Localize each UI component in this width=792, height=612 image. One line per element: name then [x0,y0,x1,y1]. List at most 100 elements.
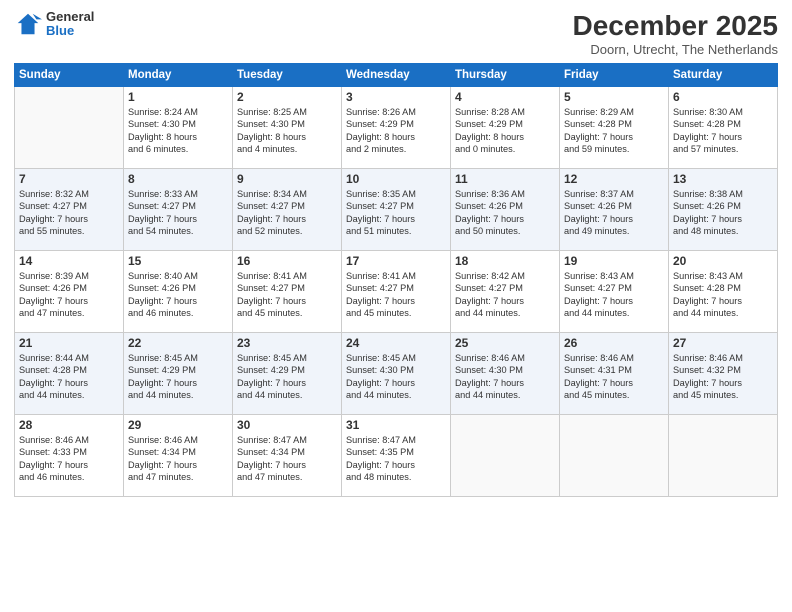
cell-info: Sunrise: 8:40 AMSunset: 4:26 PMDaylight:… [128,270,228,320]
day-number: 19 [564,254,664,268]
day-number: 23 [237,336,337,350]
logo-text: General Blue [46,10,94,39]
calendar-week-row: 14Sunrise: 8:39 AMSunset: 4:26 PMDayligh… [15,251,778,333]
calendar-container: General Blue December 2025 Doorn, Utrech… [0,0,792,612]
cell-info: Sunrise: 8:46 AMSunset: 4:32 PMDaylight:… [673,352,773,402]
cell-info: Sunrise: 8:24 AMSunset: 4:30 PMDaylight:… [128,106,228,156]
header-row: Sunday Monday Tuesday Wednesday Thursday… [15,64,778,87]
header-sunday: Sunday [15,64,124,87]
day-number: 16 [237,254,337,268]
calendar-week-row: 28 Sunrise: 8:46 AMSunset: 4:33 PMDayligh… [15,415,778,497]
day-number: 7 [19,172,119,186]
day-number: 10 [346,172,446,186]
cell-info: Sunrise: 8:45 AMSunset: 4:30 PMDaylight:… [346,352,446,402]
header-friday: Friday [560,64,669,87]
logo: General Blue [14,10,94,39]
logo-blue-text: Blue [46,24,94,38]
table-row: 14Sunrise: 8:39 AMSunset: 4:26 PMDayligh… [15,251,124,333]
cell-info: Sunrise: 8:46 AMSunset: 4:30 PMDaylight:… [455,352,555,402]
location-text: Doorn, Utrecht, The Netherlands [573,42,778,57]
header-monday: Monday [124,64,233,87]
cell-info: Sunrise: 8:43 AMSunset: 4:27 PMDaylight:… [564,270,664,320]
cell-info: Sunrise: 8:37 AMSunset: 4:26 PMDaylight:… [564,188,664,238]
table-row: 16 Sunrise: 8:41 AMSunset: 4:27 PMDayligh… [233,251,342,333]
logo-icon [14,10,42,38]
table-row: 26Sunrise: 8:46 AMSunset: 4:31 PMDayligh… [560,333,669,415]
cell-info: Sunrise: 8:41 AMSunset: 4:27 PMDaylight:… [237,270,337,320]
table-row: 2Sunrise: 8:25 AMSunset: 4:30 PMDaylight… [233,87,342,169]
table-row: 30 Sunrise: 8:47 AMSunset: 4:34 PMDayligh… [233,415,342,497]
day-number: 30 [237,418,337,432]
day-number: 3 [346,90,446,104]
day-number: 15 [128,254,228,268]
cell-info: Sunrise: 8:46 AMSunset: 4:33 PMDaylight:… [19,434,119,484]
day-number: 5 [564,90,664,104]
table-row: 6Sunrise: 8:30 AMSunset: 4:28 PMDaylight… [669,87,778,169]
calendar-header: Sunday Monday Tuesday Wednesday Thursday… [15,64,778,87]
header-tuesday: Tuesday [233,64,342,87]
cell-info: Sunrise: 8:38 AMSunset: 4:26 PMDaylight:… [673,188,773,238]
cell-info: Sunrise: 8:47 AMSunset: 4:34 PMDaylight:… [237,434,337,484]
table-row: 13Sunrise: 8:38 AMSunset: 4:26 PMDayligh… [669,169,778,251]
day-number: 4 [455,90,555,104]
table-row: 3 Sunrise: 8:26 AMSunset: 4:29 PMDaylight… [342,87,451,169]
cell-info: Sunrise: 8:36 AMSunset: 4:26 PMDaylight:… [455,188,555,238]
table-row: 22Sunrise: 8:45 AMSunset: 4:29 PMDayligh… [124,333,233,415]
day-number: 22 [128,336,228,350]
day-number: 21 [19,336,119,350]
cell-info: Sunrise: 8:30 AMSunset: 4:28 PMDaylight:… [673,106,773,156]
table-row: 5 Sunrise: 8:29 AMSunset: 4:28 PMDaylight… [560,87,669,169]
table-row [15,87,124,169]
table-row: 20Sunrise: 8:43 AMSunset: 4:28 PMDayligh… [669,251,778,333]
day-number: 28 [19,418,119,432]
day-number: 31 [346,418,446,432]
day-number: 12 [564,172,664,186]
cell-info: Sunrise: 8:32 AMSunset: 4:27 PMDaylight:… [19,188,119,238]
cell-info: Sunrise: 8:39 AMSunset: 4:26 PMDaylight:… [19,270,119,320]
day-number: 17 [346,254,446,268]
table-row [560,415,669,497]
table-row: 7 Sunrise: 8:32 AMSunset: 4:27 PMDaylight… [15,169,124,251]
header-wednesday: Wednesday [342,64,451,87]
table-row: 9Sunrise: 8:34 AMSunset: 4:27 PMDaylight… [233,169,342,251]
calendar-body: 1 Sunrise: 8:24 AMSunset: 4:30 PMDaylight… [15,87,778,497]
table-row: 23Sunrise: 8:45 AMSunset: 4:29 PMDayligh… [233,333,342,415]
table-row: 12 Sunrise: 8:37 AMSunset: 4:26 PMDayligh… [560,169,669,251]
cell-info: Sunrise: 8:46 AMSunset: 4:31 PMDaylight:… [564,352,664,402]
calendar-week-row: 7 Sunrise: 8:32 AMSunset: 4:27 PMDaylight… [15,169,778,251]
day-number: 11 [455,172,555,186]
table-row: 29Sunrise: 8:46 AMSunset: 4:34 PMDayligh… [124,415,233,497]
table-row: 28 Sunrise: 8:46 AMSunset: 4:33 PMDayligh… [15,415,124,497]
logo-general-text: General [46,10,94,24]
title-block: December 2025 Doorn, Utrecht, The Nether… [573,10,778,57]
table-row: 24 Sunrise: 8:45 AMSunset: 4:30 PMDayligh… [342,333,451,415]
table-row: 10 Sunrise: 8:35 AMSunset: 4:27 PMDayligh… [342,169,451,251]
table-row: 19 Sunrise: 8:43 AMSunset: 4:27 PMDayligh… [560,251,669,333]
table-row [451,415,560,497]
day-number: 29 [128,418,228,432]
table-row: 18 Sunrise: 8:42 AMSunset: 4:27 PMDayligh… [451,251,560,333]
cell-info: Sunrise: 8:29 AMSunset: 4:28 PMDaylight:… [564,106,664,156]
month-title: December 2025 [573,10,778,42]
header: General Blue December 2025 Doorn, Utrech… [14,10,778,57]
calendar-week-row: 21Sunrise: 8:44 AMSunset: 4:28 PMDayligh… [15,333,778,415]
cell-info: Sunrise: 8:26 AMSunset: 4:29 PMDaylight:… [346,106,446,156]
day-number: 1 [128,90,228,104]
cell-info: Sunrise: 8:43 AMSunset: 4:28 PMDaylight:… [673,270,773,320]
cell-info: Sunrise: 8:42 AMSunset: 4:27 PMDaylight:… [455,270,555,320]
header-saturday: Saturday [669,64,778,87]
table-row: 1 Sunrise: 8:24 AMSunset: 4:30 PMDaylight… [124,87,233,169]
table-row: 21Sunrise: 8:44 AMSunset: 4:28 PMDayligh… [15,333,124,415]
table-row: 17 Sunrise: 8:41 AMSunset: 4:27 PMDayligh… [342,251,451,333]
day-number: 24 [346,336,446,350]
table-row: 15 Sunrise: 8:40 AMSunset: 4:26 PMDayligh… [124,251,233,333]
table-row: 4Sunrise: 8:28 AMSunset: 4:29 PMDaylight… [451,87,560,169]
calendar-table: Sunday Monday Tuesday Wednesday Thursday… [14,63,778,497]
table-row: 27Sunrise: 8:46 AMSunset: 4:32 PMDayligh… [669,333,778,415]
day-number: 18 [455,254,555,268]
cell-info: Sunrise: 8:41 AMSunset: 4:27 PMDaylight:… [346,270,446,320]
table-row: 25Sunrise: 8:46 AMSunset: 4:30 PMDayligh… [451,333,560,415]
calendar-week-row: 1 Sunrise: 8:24 AMSunset: 4:30 PMDaylight… [15,87,778,169]
table-row: 11 Sunrise: 8:36 AMSunset: 4:26 PMDayligh… [451,169,560,251]
cell-info: Sunrise: 8:35 AMSunset: 4:27 PMDaylight:… [346,188,446,238]
